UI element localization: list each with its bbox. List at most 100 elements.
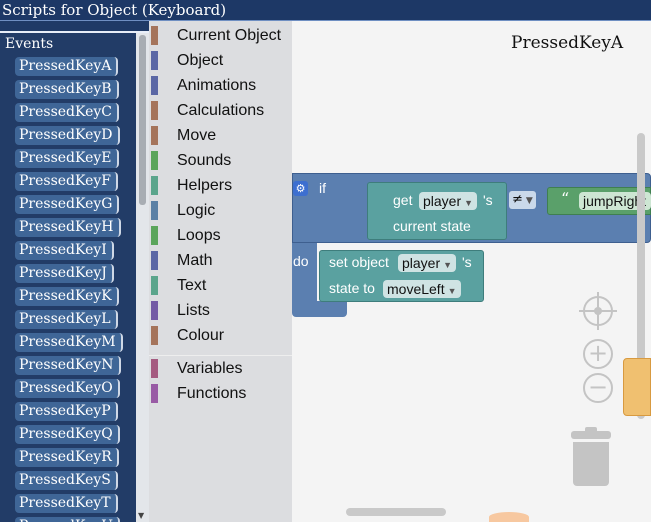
category-color-swatch	[151, 101, 158, 120]
event-item[interactable]: PressedKeyB	[15, 80, 119, 99]
toolbox-category-label: Math	[177, 252, 213, 269]
toolbox-category[interactable]: Text	[149, 273, 292, 298]
event-row: PressedKeyS	[0, 469, 136, 492]
toolbox-category[interactable]: Helpers	[149, 173, 292, 198]
event-item[interactable]: PressedKeyH	[15, 218, 121, 237]
get-possessive: 's	[483, 192, 493, 208]
property-label: current state	[393, 218, 471, 234]
event-row: PressedKeyO	[0, 377, 136, 400]
category-color-swatch	[151, 201, 158, 220]
event-item[interactable]: PressedKeyK	[15, 287, 119, 306]
event-item[interactable]: PressedKeyI	[15, 241, 114, 260]
event-item[interactable]: PressedKeyU	[15, 517, 121, 522]
event-row: PressedKeyK	[0, 285, 136, 308]
get-object-dropdown[interactable]: player ▼	[419, 192, 478, 210]
category-color-swatch	[151, 359, 158, 378]
event-item[interactable]: PressedKeyE	[15, 149, 119, 168]
event-row: PressedKeyC	[0, 101, 136, 124]
toolbox-category-label: Functions	[177, 385, 247, 402]
toolbox-category-label: Calculations	[177, 102, 265, 119]
get-object-value: player	[423, 193, 462, 209]
toolbox-category-label: Logic	[177, 202, 216, 219]
toolbox-category[interactable]: Sounds	[149, 148, 292, 173]
events-list: PressedKeyA PressedKeyB PressedKeyC Pressed…	[0, 55, 136, 522]
toolbox: Current Object Object Animations Calculatio…	[149, 21, 292, 522]
event-item[interactable]: PressedKeyO	[15, 379, 120, 398]
toolbox-category[interactable]: Move	[149, 123, 292, 148]
events-scrollbar[interactable]: ▼	[136, 33, 149, 522]
event-item[interactable]: PressedKeyJ	[15, 264, 114, 283]
toolbox-category[interactable]: Math	[149, 248, 292, 273]
state-value-dropdown[interactable]: moveLeft ▼	[383, 280, 461, 298]
do-label: do	[293, 253, 309, 269]
offscreen-block[interactable]	[489, 512, 529, 522]
toolbox-category-label: Loops	[177, 227, 221, 244]
toolbox-category[interactable]: Lists	[149, 298, 292, 323]
set-object-value: player	[402, 255, 441, 271]
event-item[interactable]: PressedKeyP	[15, 402, 118, 421]
event-item[interactable]: PressedKeyN	[15, 356, 121, 375]
toolbox-category[interactable]: Variables	[149, 356, 292, 381]
window-title: Scripts for Object (Keyboard)	[0, 0, 651, 21]
workspace-horizontal-scrollbar[interactable]	[346, 508, 446, 516]
toolbox-category-label: Object	[177, 52, 224, 69]
chevron-down-icon: ▼	[447, 286, 457, 296]
event-row: PressedKeyG	[0, 193, 136, 216]
event-row: PressedKeyE	[0, 147, 136, 170]
toolbox-category-label: Animations	[177, 77, 257, 94]
toolbox-category-label: Sounds	[177, 152, 232, 169]
category-color-swatch	[151, 26, 158, 45]
zoom-out-icon[interactable]: −	[583, 373, 613, 403]
event-row: PressedKeyQ	[0, 423, 136, 446]
event-name-label: PressedKeyA	[511, 33, 624, 53]
event-item[interactable]: PressedKeyS	[15, 471, 118, 490]
event-item[interactable]: PressedKeyF	[15, 172, 119, 191]
category-color-swatch	[151, 384, 158, 403]
set-object-dropdown[interactable]: player ▼	[398, 254, 457, 272]
event-item[interactable]: PressedKeyT	[15, 494, 118, 513]
event-row: PressedKeyD	[0, 124, 136, 147]
category-color-swatch	[151, 326, 158, 345]
toolbox-category-label: Colour	[177, 327, 225, 344]
quote-icon: “	[561, 189, 570, 208]
event-item[interactable]: PressedKeyQ	[15, 425, 120, 444]
event-row: PressedKeyN	[0, 354, 136, 377]
toolbox-category[interactable]: Current Object	[149, 23, 292, 48]
state-to-label: state to	[329, 280, 375, 296]
event-item[interactable]: PressedKeyA	[15, 57, 119, 76]
event-item[interactable]: PressedKeyC	[15, 103, 120, 122]
toolbox-category[interactable]: Loops	[149, 223, 292, 248]
recenter-icon[interactable]	[579, 292, 617, 330]
toolbox-separator	[149, 348, 292, 356]
event-item[interactable]: PressedKeyR	[15, 448, 119, 467]
scroll-down-arrow-icon[interactable]: ▼	[138, 511, 144, 520]
events-scrollbar-thumb[interactable]	[139, 35, 146, 205]
toolbox-category[interactable]: Logic	[149, 198, 292, 223]
event-item[interactable]: PressedKeyM	[15, 333, 123, 352]
trash-icon[interactable]	[571, 427, 611, 487]
event-row: PressedKeyR	[0, 446, 136, 469]
event-row: PressedKeyP	[0, 400, 136, 423]
if-block-footer	[292, 301, 347, 317]
category-color-swatch	[151, 176, 158, 195]
toolbox-category[interactable]: Colour	[149, 323, 292, 348]
category-color-swatch	[151, 301, 158, 320]
category-color-swatch	[151, 51, 158, 70]
event-item[interactable]: PressedKeyG	[15, 195, 120, 214]
event-item[interactable]: PressedKeyL	[15, 310, 118, 329]
compare-operator-dropdown[interactable]: ≠ ▼	[509, 191, 536, 209]
category-color-swatch	[151, 276, 158, 295]
event-row: PressedKeyA	[0, 55, 136, 78]
event-item[interactable]: PressedKeyD	[15, 126, 120, 145]
gear-icon[interactable]: ⚙	[293, 181, 308, 196]
blockly-workspace[interactable]: Current Object Object Animations Calculatio…	[149, 21, 651, 522]
toolbox-category[interactable]: Animations	[149, 73, 292, 98]
toolbox-category[interactable]: Functions	[149, 381, 292, 406]
zoom-in-icon[interactable]: +	[583, 339, 613, 369]
event-row: PressedKeyB	[0, 78, 136, 101]
toolbox-category[interactable]: Calculations	[149, 98, 292, 123]
state-value: moveLeft	[387, 281, 445, 297]
offscreen-block[interactable]	[623, 358, 651, 416]
toolbox-category[interactable]: Object	[149, 48, 292, 73]
events-title: Events	[5, 36, 54, 52]
